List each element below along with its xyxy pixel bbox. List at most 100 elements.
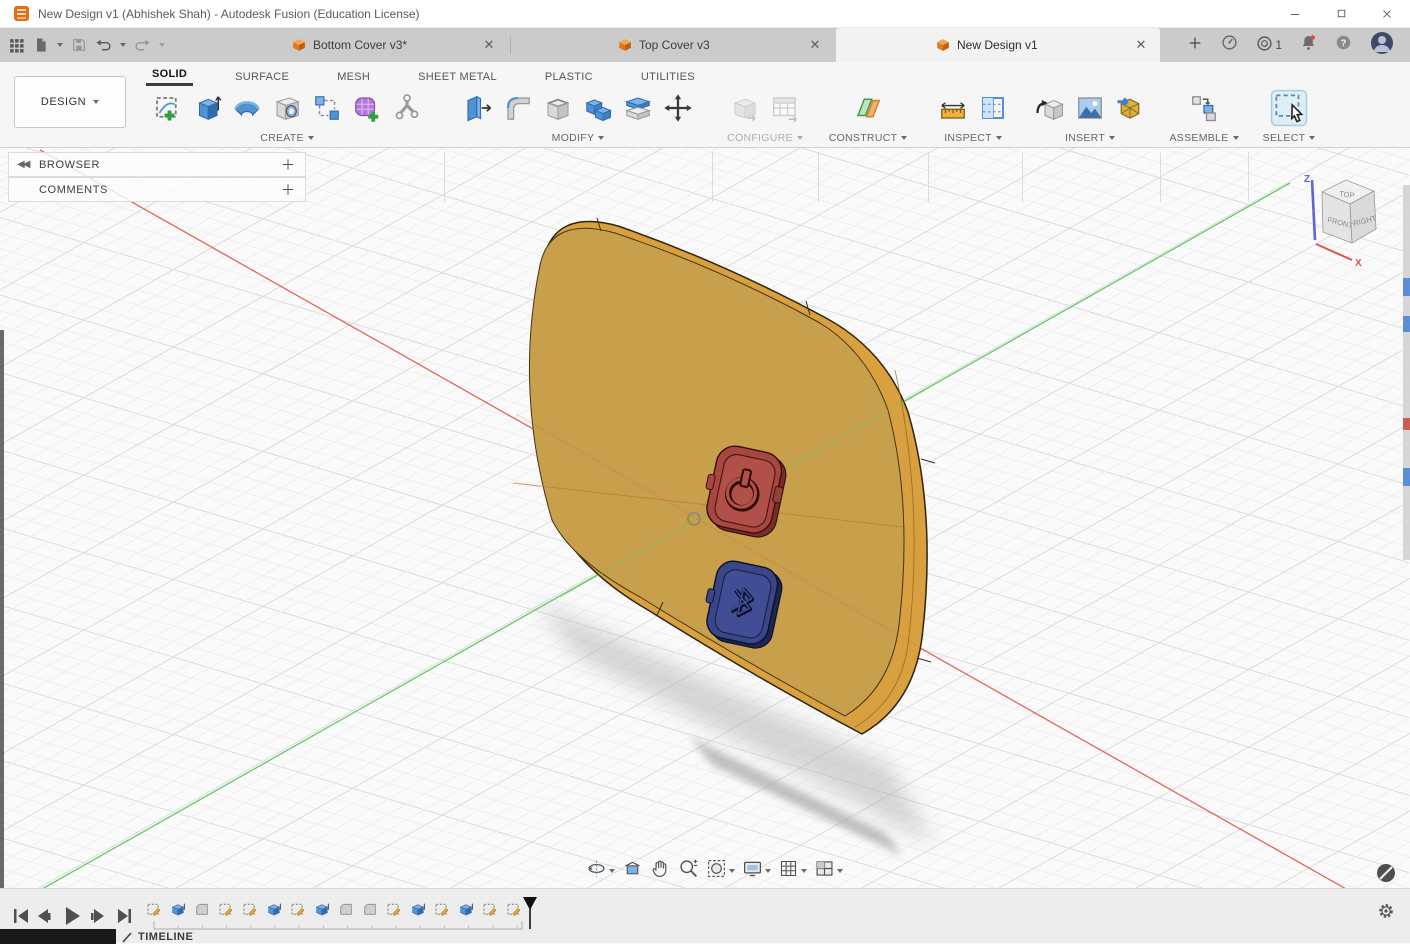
toolbar-group-label[interactable]: INSPECT	[944, 132, 992, 144]
pan-tool[interactable]	[648, 857, 673, 885]
minimize-button[interactable]	[1272, 0, 1318, 27]
undo-caret[interactable]	[120, 43, 126, 47]
help-icon[interactable]: ?	[1335, 34, 1352, 56]
timeline-feature-fillet[interactable]	[194, 901, 210, 917]
section-analysis-icon[interactable]	[978, 93, 1008, 123]
config-table-icon[interactable]	[770, 93, 800, 123]
configuration-icon[interactable]	[730, 93, 760, 123]
timeline-feature-extrude[interactable]	[266, 901, 282, 917]
ribbon-tab-utilities[interactable]: UTILITIES	[635, 67, 701, 86]
zoom-tool[interactable]	[676, 857, 701, 885]
hole-icon[interactable]	[272, 93, 302, 123]
timeline-feature-extrude[interactable]	[314, 901, 330, 917]
toolbar-group-label[interactable]: MODIFY	[552, 132, 595, 144]
section-disabled-badge[interactable]	[1377, 864, 1395, 882]
file-menu-icon[interactable]	[33, 37, 49, 53]
step-forward-button[interactable]	[91, 909, 104, 923]
doc-tab-close-icon[interactable]: ✕	[480, 37, 498, 53]
comments-expand-icon[interactable]: ＋	[281, 180, 295, 200]
timeline-feature-fillet[interactable]	[362, 901, 378, 917]
timeline-feature-extrude[interactable]	[170, 901, 186, 917]
job-status-indicator[interactable]: 1	[1256, 35, 1282, 55]
extrude-icon[interactable]	[192, 93, 222, 123]
ribbon-tab-surface[interactable]: SURFACE	[229, 67, 295, 86]
timeline-feature-sketch[interactable]	[434, 901, 450, 917]
redo-icon[interactable]	[134, 37, 151, 54]
orbit-caret-icon[interactable]	[609, 869, 615, 873]
toolbar-group-label[interactable]: CONFIGURE	[727, 132, 793, 144]
timeline-feature-sketch[interactable]	[482, 901, 498, 917]
insert-derive-icon[interactable]	[1035, 93, 1065, 123]
timeline-feature-sketch[interactable]	[386, 901, 402, 917]
timeline-feature-fillet[interactable]	[338, 901, 354, 917]
insert-mesh-icon[interactable]	[1115, 93, 1145, 123]
move-copy-icon[interactable]	[663, 93, 693, 123]
zoom-icon[interactable]	[678, 858, 699, 884]
display-settings-icon[interactable]	[742, 858, 763, 884]
shell-icon[interactable]	[543, 93, 573, 123]
save-icon[interactable]	[71, 37, 87, 53]
display-settings-caret-icon[interactable]	[765, 869, 771, 873]
doc-tab-bottom-cover[interactable]: Bottom Cover v3* ✕	[196, 28, 508, 62]
construct-plane-icon[interactable]	[853, 93, 883, 123]
profile-avatar[interactable]	[1370, 31, 1394, 60]
viewports-icon[interactable]	[814, 858, 835, 884]
doc-tab-new-design[interactable]: New Design v1 ✕	[836, 28, 1160, 62]
group-dropdown-caret[interactable]	[995, 136, 1002, 140]
go-to-start-button[interactable]	[14, 909, 28, 923]
maximize-button[interactable]	[1318, 0, 1364, 27]
notifications-icon[interactable]	[1300, 34, 1317, 56]
create-form-icon[interactable]	[352, 93, 382, 123]
timeline-feature-extrude[interactable]	[410, 901, 426, 917]
fit-icon[interactable]	[706, 858, 727, 884]
browser-expand-icon[interactable]: ＋	[281, 155, 295, 175]
docked-panel-strip[interactable]	[1403, 185, 1410, 560]
ribbon-tab-mesh[interactable]: MESH	[331, 67, 376, 86]
fillet-icon[interactable]	[503, 93, 533, 123]
timeline-feature-sketch[interactable]	[290, 901, 306, 917]
group-dropdown-caret[interactable]	[1309, 136, 1316, 140]
app-grid-icon[interactable]	[8, 37, 25, 54]
undo-icon[interactable]	[95, 37, 112, 54]
new-document-icon[interactable]	[1187, 35, 1203, 56]
toolbar-group-label[interactable]: CREATE	[260, 132, 304, 144]
group-dropdown-caret[interactable]	[1232, 136, 1239, 140]
group-dropdown-caret[interactable]	[796, 136, 803, 140]
ribbon-tab-plastic[interactable]: PLASTIC	[539, 67, 599, 86]
go-to-end-button[interactable]	[118, 909, 131, 923]
comments-panel-header[interactable]: COMMENTS ＋	[8, 177, 306, 202]
extensions-icon[interactable]	[1221, 34, 1238, 56]
viewports-caret-icon[interactable]	[837, 869, 843, 873]
press-pull-icon[interactable]	[463, 93, 493, 123]
pattern-icon[interactable]	[312, 93, 342, 123]
toolbar-group-label[interactable]: CONSTRUCT	[829, 132, 898, 144]
orbit-icon[interactable]	[586, 858, 607, 884]
grid-display-icon[interactable]	[778, 858, 799, 884]
view-cube[interactable]: Z TOP FRONT RIGHT X	[1304, 174, 1378, 269]
grid-display-caret-icon[interactable]	[801, 869, 807, 873]
split-body-icon[interactable]	[623, 93, 653, 123]
file-menu-caret[interactable]	[57, 43, 63, 47]
ribbon-tab-solid[interactable]: SOLID	[146, 64, 194, 86]
timeline-feature-extrude[interactable]	[458, 901, 474, 917]
timeline-feature-sketch[interactable]	[242, 901, 258, 917]
close-button[interactable]	[1364, 0, 1410, 27]
generative-icon[interactable]	[392, 93, 422, 123]
toolbar-group-label[interactable]: ASSEMBLE	[1169, 132, 1228, 144]
toolbar-group-label[interactable]: SELECT	[1263, 132, 1306, 144]
fit-caret-icon[interactable]	[729, 869, 735, 873]
doc-tab-close-icon[interactable]: ✕	[1132, 37, 1150, 53]
select-icon[interactable]	[1270, 89, 1308, 127]
new-component-icon[interactable]	[1189, 93, 1219, 123]
display-settings-tool[interactable]	[740, 857, 773, 885]
timeline-feature-sketch[interactable]	[218, 901, 234, 917]
group-dropdown-caret[interactable]	[598, 136, 605, 140]
timeline-position-marker[interactable]	[518, 895, 542, 931]
doc-tab-close-icon[interactable]: ✕	[806, 37, 824, 53]
combine-icon[interactable]	[583, 93, 613, 123]
orbit-tool[interactable]	[584, 857, 617, 885]
fit-tool[interactable]	[704, 857, 737, 885]
pan-icon[interactable]	[650, 858, 671, 884]
group-dropdown-caret[interactable]	[1109, 136, 1116, 140]
step-back-button[interactable]	[38, 909, 51, 923]
